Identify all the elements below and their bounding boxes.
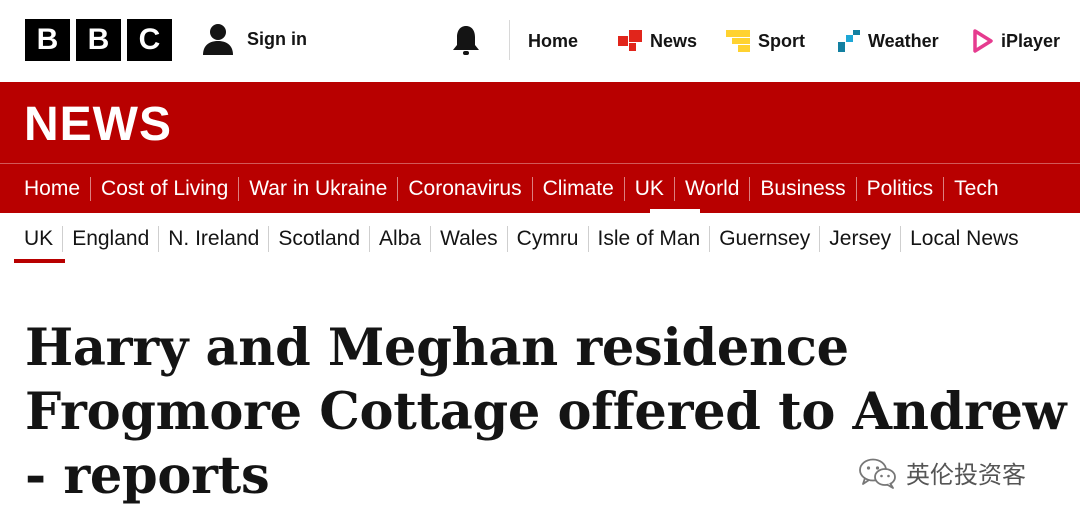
secondary-nav-isle-of-man[interactable]: Isle of Man — [589, 227, 710, 251]
top-nav-sport[interactable]: Sport — [726, 0, 805, 82]
secondary-nav-wales[interactable]: Wales — [431, 227, 507, 251]
top-nav-weather[interactable]: Weather — [838, 0, 939, 82]
top-nav-home-label: Home — [528, 30, 579, 51]
logo-letter-b2: B — [76, 19, 121, 61]
secondary-nav-jersey[interactable]: Jersey — [820, 227, 900, 251]
top-nav-news[interactable]: News — [618, 0, 697, 82]
wechat-icon — [859, 458, 896, 489]
news-icon — [618, 30, 642, 51]
secondary-nav-alba[interactable]: Alba — [370, 227, 430, 251]
watermark: 英伦投资客 — [858, 455, 1026, 490]
top-nav-iplayer[interactable]: iPlayer — [973, 0, 1060, 82]
top-nav-news-label: News — [650, 30, 698, 51]
logo-letter-c: C — [127, 19, 172, 61]
primary-nav: Home Cost of Living War in Ukraine Coron… — [0, 164, 1080, 213]
weather-icon — [838, 30, 860, 52]
secondary-nav-scotland[interactable]: Scotland — [269, 227, 369, 251]
secondary-nav-cymru[interactable]: Cymru — [508, 227, 588, 251]
top-nav-weather-label: Weather — [868, 30, 939, 51]
secondary-nav-guernsey[interactable]: Guernsey — [710, 227, 819, 251]
iplayer-icon — [973, 29, 993, 53]
user-icon — [203, 24, 233, 55]
primary-nav-uk[interactable]: UK — [625, 177, 674, 201]
secondary-nav-uk[interactable]: UK — [24, 227, 62, 251]
primary-nav-war-in-ukraine[interactable]: War in Ukraine — [239, 177, 397, 201]
primary-nav-coronavirus[interactable]: Coronavirus — [398, 177, 531, 201]
sign-in-button[interactable]: Sign in — [201, 22, 307, 56]
primary-nav-tech[interactable]: Tech — [944, 177, 1008, 201]
sign-in-label: Sign in — [247, 28, 307, 49]
top-bar-divider — [509, 20, 510, 60]
primary-nav-home[interactable]: Home — [24, 177, 90, 201]
notifications-bell-icon[interactable] — [451, 24, 481, 61]
top-nav-sport-label: Sport — [758, 30, 805, 51]
secondary-nav-local-news[interactable]: Local News — [901, 227, 1028, 251]
logo-letter-b1: B — [25, 19, 70, 61]
top-bar: B B C Sign in Home News Sport Weather iP… — [0, 0, 1080, 82]
top-nav-home[interactable]: Home — [528, 0, 578, 82]
news-section-title[interactable]: NEWS — [24, 97, 172, 152]
secondary-nav-active-indicator — [14, 259, 65, 263]
primary-nav-world[interactable]: World — [675, 177, 749, 201]
primary-nav-politics[interactable]: Politics — [857, 177, 944, 201]
bbc-logo[interactable]: B B C — [25, 19, 172, 61]
watermark-text: 英伦投资客 — [906, 461, 1026, 489]
secondary-nav-england[interactable]: England — [63, 227, 158, 251]
primary-nav-business[interactable]: Business — [750, 177, 855, 201]
sport-icon — [726, 30, 750, 52]
primary-nav-cost-of-living[interactable]: Cost of Living — [91, 177, 238, 201]
secondary-nav-n-ireland[interactable]: N. Ireland — [159, 227, 268, 251]
primary-nav-climate[interactable]: Climate — [533, 177, 624, 201]
top-nav-iplayer-label: iPlayer — [1001, 30, 1061, 51]
secondary-nav: UK England N. Ireland Scotland Alba Wale… — [0, 213, 1080, 265]
